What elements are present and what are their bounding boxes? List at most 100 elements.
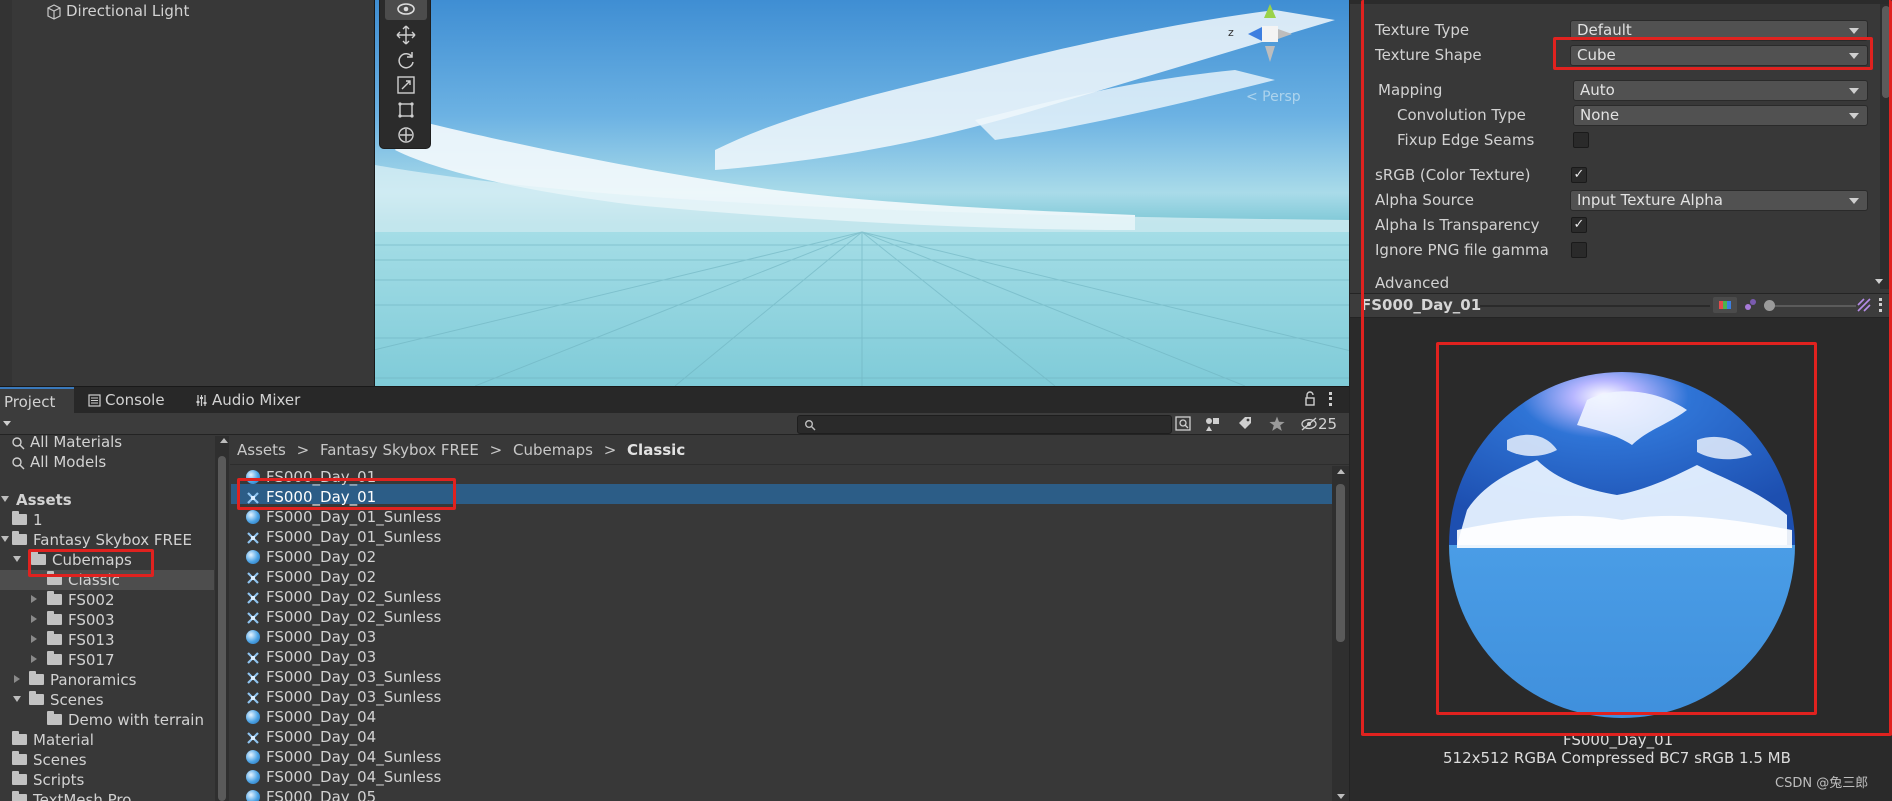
rotate-tool-button[interactable] (385, 48, 427, 71)
tab-console[interactable]: Console (84, 387, 165, 413)
transform-tool-button[interactable] (385, 123, 427, 146)
file-row-label: FS000_Day_01_Sunless (266, 508, 442, 526)
favorite-star-icon[interactable] (1268, 415, 1286, 433)
cubemap-icon (246, 650, 260, 664)
file-row[interactable]: FS000_Day_02 (246, 567, 376, 587)
hidden-packages-eye-icon[interactable] (1300, 416, 1318, 432)
expand-arrow-icon[interactable] (13, 556, 21, 562)
material-sphere-icon (246, 789, 260, 801)
collapse-arrow-icon[interactable] (14, 675, 20, 683)
breadcrumb-item-fantasy-skybox-free[interactable]: Fantasy Skybox FREE (320, 441, 479, 459)
file-list-scrollbar[interactable] (1332, 466, 1349, 801)
transform-icon (398, 126, 414, 143)
file-row[interactable]: FS000_Day_03_Sunless (246, 667, 441, 687)
file-row[interactable]: FS000_Day_03 (246, 627, 376, 647)
mixer-icon (196, 395, 207, 406)
file-row[interactable]: FS000_Day_04 (246, 707, 376, 727)
folder-icon (29, 671, 44, 685)
search-icon (12, 436, 25, 449)
file-row-label: FS000_Day_02_Sunless (266, 608, 442, 626)
tree-item-scripts[interactable]: Scripts (12, 770, 84, 790)
move-tool-button[interactable] (385, 23, 427, 46)
folder-icon (47, 711, 62, 725)
tree-item-scenes[interactable]: Scenes (29, 690, 104, 710)
file-row[interactable]: FS000_Day_02 (246, 547, 376, 567)
file-row-label: FS000_Day_05 (266, 788, 377, 801)
file-row[interactable]: FS000_Day_02_Sunless (246, 587, 441, 607)
search-icon (805, 420, 816, 431)
move-arrows-icon (396, 25, 416, 44)
search-by-type-icon[interactable] (1174, 415, 1194, 433)
file-row[interactable]: FS000_Day_04_Sunless (246, 747, 441, 767)
tree-item-fs017[interactable]: FS017 (47, 650, 115, 670)
tree-item-fantasy-skybox-free[interactable]: Fantasy Skybox FREE (12, 530, 192, 550)
breadcrumb-item-cubemaps[interactable]: Cubemaps (513, 441, 593, 459)
tree-item-fs013[interactable]: FS013 (47, 630, 115, 650)
tree-item-fs003[interactable]: FS003 (47, 610, 115, 630)
breadcrumb-separator-icon: > (296, 441, 310, 459)
expand-arrow-icon[interactable] (1, 496, 9, 502)
filter-by-label-icon[interactable] (1236, 415, 1254, 433)
tree-item-fs002[interactable]: FS002 (47, 590, 115, 610)
file-row-label: FS000_Day_02 (266, 548, 377, 566)
file-row-label: FS000_Day_03_Sunless (266, 688, 442, 706)
collapse-arrow-icon[interactable] (31, 595, 37, 603)
tab-audio-mixer-label: Audio Mixer (212, 391, 301, 409)
annotation-preview-sphere (1436, 342, 1817, 715)
hierarchy-item-directional-light[interactable]: Directional Light (46, 2, 189, 20)
tab-menu-icon[interactable] (1329, 392, 1332, 406)
tab-project[interactable]: Project (0, 387, 74, 413)
search-icon (12, 456, 25, 469)
breadcrumb-path: Assets > Fantasy Skybox FREE > Cubemaps … (237, 441, 685, 459)
scroll-up-arrow-icon[interactable] (220, 438, 228, 443)
create-menu-chevron-icon[interactable] (3, 421, 11, 426)
tree-item-all-models[interactable]: All Models (11, 452, 106, 472)
orientation-gizmo[interactable] (1230, 0, 1310, 70)
collapse-arrow-icon[interactable] (31, 655, 37, 663)
tree-item-material[interactable]: Material (12, 730, 94, 750)
breadcrumb-item-classic[interactable]: Classic (627, 441, 685, 459)
scene-sky-render (375, 10, 1349, 386)
expand-arrow-icon[interactable] (1, 536, 9, 542)
rect-tool-button[interactable] (385, 98, 427, 121)
tree-item-all-materials[interactable]: All Materials (11, 432, 122, 452)
file-row[interactable]: FS000_Day_04 (246, 727, 376, 747)
folder-tree-scroll-thumb[interactable] (218, 456, 226, 801)
file-row[interactable]: FS000_Day_02_Sunless (246, 607, 441, 627)
tree-item-textmesh-pro[interactable]: TextMesh Pro (12, 790, 131, 801)
cubemap-icon (246, 690, 260, 704)
project-search-input[interactable] (797, 415, 1172, 434)
persp-label[interactable]: < Persp (1246, 88, 1301, 106)
collapse-arrow-icon[interactable] (31, 615, 37, 623)
lock-icon[interactable] (1304, 391, 1316, 407)
tab-audio-mixer[interactable]: Audio Mixer (191, 387, 300, 413)
scale-tool-button[interactable] (385, 73, 427, 96)
folder-tree-scrollbar[interactable] (215, 436, 229, 801)
scene-view[interactable] (375, 0, 1349, 386)
preview-caption-info: 512x512 RGBA Compressed BC7 sRGB 1.5 MB (1443, 749, 1791, 767)
rotate-icon (398, 51, 414, 68)
tree-item-scenes-root[interactable]: Scenes (12, 750, 87, 770)
folder-icon (12, 771, 27, 785)
file-row[interactable]: FS000_Day_03_Sunless (246, 687, 441, 707)
view-tool-button[interactable] (385, 0, 427, 20)
collapse-arrow-icon[interactable] (31, 635, 37, 643)
file-row[interactable]: FS000_Day_04_Sunless (246, 767, 441, 787)
scroll-down-arrow-icon[interactable] (1337, 794, 1345, 799)
scroll-up-arrow-icon[interactable] (1337, 469, 1345, 474)
tree-item-panoramics[interactable]: Panoramics (29, 670, 136, 690)
tree-item-1[interactable]: 1 (12, 510, 43, 530)
tree-item-assets[interactable]: Assets (16, 490, 72, 510)
expand-arrow-icon[interactable] (13, 696, 21, 702)
file-row[interactable]: FS000_Day_03 (246, 647, 376, 667)
breadcrumb-item-assets[interactable]: Assets (237, 441, 286, 459)
tree-item-demo-with-terrain[interactable]: Demo with terrain (47, 710, 204, 730)
file-list-scroll-thumb[interactable] (1336, 484, 1345, 642)
cubemap-icon (246, 610, 260, 624)
file-row[interactable]: FS000_Day_01_Sunless (246, 527, 441, 547)
file-row[interactable]: FS000_Day_05 (246, 787, 376, 801)
tree-item-label: Demo with terrain (68, 711, 204, 729)
file-row[interactable]: FS000_Day_01_Sunless (246, 507, 441, 527)
filter-by-type-icon[interactable] (1203, 415, 1223, 433)
tree-item-label: TextMesh Pro (33, 791, 132, 801)
